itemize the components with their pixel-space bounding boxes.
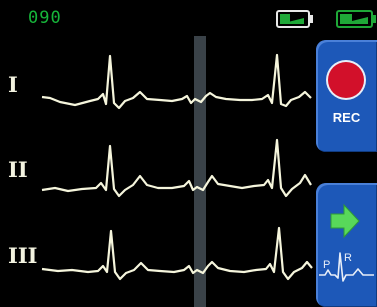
p-wave-label: P [323, 259, 330, 271]
record-button[interactable]: REC [316, 40, 377, 152]
ecg-trace-lead-i [41, 53, 312, 110]
ecg-waveform-panel [41, 36, 313, 307]
r-wave-label: R [344, 252, 352, 264]
record-button-label: REC [332, 110, 361, 125]
arrow-right-icon [329, 203, 361, 243]
ecg-monitor-screen: 090 I II III REC P R [0, 0, 377, 307]
ecg-complex-icon: P R [318, 247, 376, 291]
record-icon [328, 62, 364, 98]
ecg-trace-lead-ii [41, 138, 312, 198]
sweep-cursor [194, 36, 206, 307]
ecg-trace-lead-iii [41, 226, 313, 281]
next-view-button[interactable]: P R [316, 183, 377, 307]
main-battery-icon [336, 9, 377, 33]
